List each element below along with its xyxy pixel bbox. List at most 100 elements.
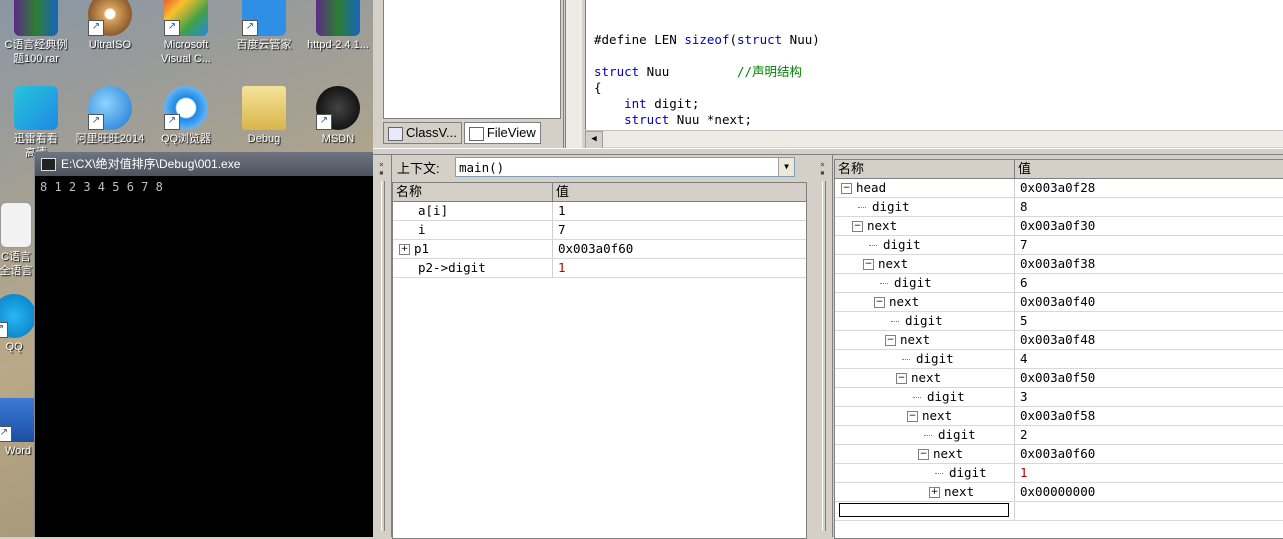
desktop-icon-c100[interactable]: C语言经典例 题100.rar	[0, 0, 72, 66]
scroll-left-icon[interactable]: ◀	[585, 131, 603, 149]
watch-value[interactable]: 1	[1015, 464, 1028, 482]
workspace-splitter[interactable]	[565, 0, 582, 148]
watch-row[interactable]: − head 0x003a0f28	[835, 179, 1283, 198]
collapse-icon[interactable]: −	[885, 335, 896, 346]
variable-name: a[i]	[418, 203, 449, 218]
chevron-down-icon[interactable]: ▼	[778, 158, 794, 176]
column-header-name[interactable]: 名称	[835, 160, 1015, 178]
collapse-icon[interactable]: −	[907, 411, 918, 422]
watch-row[interactable]: − next 0x003a0f48	[835, 331, 1283, 350]
tab-classview[interactable]: ClassV...	[383, 122, 462, 144]
console-title-bar[interactable]: E:\CX\绝对值排序\Debug\001.exe	[35, 152, 374, 176]
watch-row[interactable]: digit 5	[835, 312, 1283, 331]
watch-new-entry-row[interactable]	[835, 502, 1283, 521]
watch-value[interactable]: 0x003a0f58	[1015, 407, 1095, 425]
watch-value[interactable]: 0x003a0f30	[1015, 217, 1095, 235]
desktop-icon-debug[interactable]: Debug	[228, 86, 300, 146]
variable-value[interactable]: 0x003a0f60	[553, 240, 633, 258]
desktop-icon-aliww[interactable]: ↗ 阿里旺旺2014	[74, 86, 146, 146]
variable-row[interactable]: + p1 0x003a0f60	[393, 240, 806, 259]
collapse-icon[interactable]: −	[896, 373, 907, 384]
desktop-icon-qqbrowser[interactable]: ↗ QQ浏览器	[150, 86, 222, 146]
watch-value[interactable]: 0x003a0f38	[1015, 255, 1095, 273]
watch-value[interactable]: 7	[1015, 236, 1028, 254]
watch-row[interactable]: − next 0x003a0f50	[835, 369, 1283, 388]
code-line: #define LEN sizeof(struct Nuu)	[594, 32, 820, 48]
watch-row[interactable]: − next 0x003a0f60	[835, 445, 1283, 464]
watch-row[interactable]: − next 0x003a0f38	[835, 255, 1283, 274]
console-window[interactable]: E:\CX\绝对值排序\Debug\001.exe 8 1 2 3 4 5 6 …	[34, 152, 374, 537]
watch-name: next	[911, 370, 942, 385]
collapse-icon[interactable]: −	[863, 259, 874, 270]
watch-value[interactable]: 5	[1015, 312, 1028, 330]
code-line: int digit;	[594, 96, 820, 112]
code-editor[interactable]: #define LEN sizeof(struct Nuu) struct Nu…	[585, 0, 1283, 130]
watch-value[interactable]: 0x003a0f50	[1015, 369, 1095, 387]
variable-row[interactable]: p2->digit 1	[393, 259, 806, 278]
workspace-tree[interactable]	[383, 0, 561, 119]
watch-row[interactable]: digit 4	[835, 350, 1283, 369]
editor-horizontal-scrollbar[interactable]: ◀	[585, 130, 1283, 149]
code-line: {	[594, 80, 820, 96]
desktop-icon-msdn[interactable]: ↗ MSDN	[302, 86, 373, 146]
pane-divider[interactable]	[373, 148, 1283, 155]
watch-row[interactable]: digit 1	[835, 464, 1283, 483]
code-token: Nuu	[639, 64, 737, 79]
desktop-icon-ultraiso[interactable]: ↗ UltraISO	[74, 0, 146, 52]
column-header-value[interactable]: 值	[553, 183, 806, 201]
watch-new-entry-input[interactable]	[839, 503, 1009, 517]
desktop-icon-httpd[interactable]: httpd-2.4.1...	[302, 0, 373, 52]
desktop-icon-baidu[interactable]: ↗ 百度云管家	[228, 0, 300, 52]
watch-value[interactable]: 0x003a0f60	[1015, 445, 1095, 463]
desktop-icon-label: 百度云管家	[236, 39, 292, 51]
close-icon[interactable]: × ▪	[379, 161, 387, 177]
collapse-icon[interactable]: −	[918, 449, 929, 460]
variable-row[interactable]: a[i] 1	[393, 202, 806, 221]
variable-value[interactable]: 7	[553, 221, 566, 239]
variable-value[interactable]: 1	[553, 259, 566, 277]
console-system-icon[interactable]	[41, 158, 56, 171]
watch-value[interactable]: 0x003a0f40	[1015, 293, 1095, 311]
watch-pane-grip[interactable]: × ▪	[816, 155, 833, 537]
column-header-name[interactable]: 名称	[393, 183, 553, 201]
watch-value[interactable]: 0x003a0f28	[1015, 179, 1095, 197]
watch-row[interactable]: − next 0x003a0f40	[835, 293, 1283, 312]
variable-row[interactable]: i7	[393, 221, 806, 240]
variables-pane-grip[interactable]: × ▪	[375, 155, 392, 537]
watch-value[interactable]: 8	[1015, 198, 1028, 216]
watch-row[interactable]: + next 0x00000000	[835, 483, 1283, 502]
watch-row[interactable]: digit 7	[835, 236, 1283, 255]
tab-fileview[interactable]: FileView	[463, 122, 541, 144]
cloud-icon: ↗	[242, 0, 286, 36]
expand-icon[interactable]: +	[399, 244, 410, 255]
context-label: 上下文:	[397, 161, 440, 176]
watch-value[interactable]: 0x003a0f48	[1015, 331, 1095, 349]
watch-value[interactable]: 2	[1015, 426, 1028, 444]
desktop-icon-msvc[interactable]: ↗ Microsoft Visual C...	[150, 0, 222, 66]
desktop-icon-xunlei[interactable]: 迅雷看看 高清	[0, 86, 72, 160]
code-token: digit;	[646, 96, 700, 111]
column-header-value[interactable]: 值	[1015, 160, 1283, 178]
watch-row[interactable]: digit 8	[835, 198, 1283, 217]
watch-grid-header: 名称 值	[835, 160, 1283, 179]
watch-row[interactable]: digit 2	[835, 426, 1283, 445]
watch-name: digit	[916, 351, 954, 366]
watch-row[interactable]: digit 3	[835, 388, 1283, 407]
collapse-icon[interactable]: −	[841, 183, 852, 194]
expand-icon[interactable]: +	[929, 487, 940, 498]
watch-row[interactable]: − next 0x003a0f58	[835, 407, 1283, 426]
collapse-icon[interactable]: −	[874, 297, 885, 308]
variable-value[interactable]: 1	[553, 202, 566, 220]
visual-studio-icon: ↗	[164, 0, 208, 36]
watch-row[interactable]: − next 0x003a0f30	[835, 217, 1283, 236]
watch-value[interactable]: 0x00000000	[1015, 483, 1095, 501]
workspace-pane: ClassV... FileView	[373, 0, 564, 148]
collapse-icon[interactable]: −	[852, 221, 863, 232]
code-text: #define LEN sizeof(struct Nuu) struct Nu…	[594, 32, 820, 128]
watch-value[interactable]: 6	[1015, 274, 1028, 292]
watch-value[interactable]: 3	[1015, 388, 1028, 406]
watch-value[interactable]: 4	[1015, 350, 1028, 368]
watch-row[interactable]: digit 6	[835, 274, 1283, 293]
close-icon[interactable]: × ▪	[820, 161, 828, 177]
context-select[interactable]: main() ▼	[455, 157, 795, 177]
